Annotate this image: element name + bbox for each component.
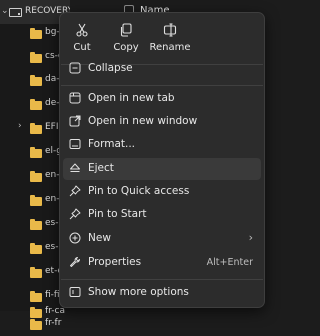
folder-icon [30, 195, 42, 206]
menu-divider [61, 85, 263, 86]
context-menu: Cut Copy Rename Collapse Open in new tab… [59, 12, 265, 308]
more-options-icon [69, 287, 81, 297]
folder-icon [30, 267, 42, 278]
folder-icon [30, 28, 42, 39]
menu-item-pin-quick-access[interactable]: Pin to Quick access [63, 181, 261, 203]
copy-icon [120, 23, 132, 37]
folder-icon [30, 219, 42, 230]
menu-item-properties[interactable]: Properties Alt+Enter [63, 252, 261, 274]
folder-icon [30, 243, 42, 254]
tree-item-label: EFI [45, 122, 59, 132]
rename-icon [163, 23, 177, 37]
chevron-down-icon[interactable]: ⌄ [1, 6, 9, 16]
menu-item-label: Show more options [88, 286, 189, 298]
menu-divider [61, 279, 263, 280]
menu-item-label: New [88, 232, 111, 244]
menu-item-label: Eject [88, 162, 114, 174]
pin-icon [69, 185, 81, 197]
rename-button[interactable]: Rename [148, 19, 192, 61]
menu-item-label: Pin to Start [88, 208, 147, 220]
tree-item-label: fr-fr [45, 318, 62, 328]
menu-item-label: Collapse [88, 62, 133, 74]
menu-item-new[interactable]: New › [63, 228, 261, 250]
copy-button[interactable]: Copy [108, 19, 144, 61]
cut-button[interactable]: Cut [64, 19, 100, 61]
pin-icon [69, 208, 81, 220]
folder-icon [30, 147, 42, 158]
tree-item-folder[interactable]: fr-fr [0, 312, 70, 336]
new-tab-icon [69, 92, 81, 104]
quick-actions-bar: Cut Copy Rename [60, 19, 264, 61]
menu-item-label: Open in new tab [88, 92, 175, 104]
menu-item-collapse[interactable]: Collapse [63, 58, 261, 80]
eject-icon [70, 163, 80, 172]
folder-icon [30, 52, 42, 63]
drive-icon [9, 8, 22, 17]
menu-item-format[interactable]: Format... [63, 134, 261, 156]
format-icon [69, 139, 81, 149]
shortcut-label: Alt+Enter [206, 257, 253, 268]
folder-icon [30, 99, 42, 110]
new-icon [69, 232, 81, 244]
menu-item-label: Pin to Quick access [88, 185, 190, 197]
collapse-icon [69, 62, 81, 74]
properties-icon [70, 257, 80, 267]
menu-item-label: Format... [88, 138, 136, 150]
copy-label: Copy [113, 42, 139, 53]
folder-icon [30, 123, 42, 134]
new-window-icon [69, 115, 81, 127]
chevron-right-icon[interactable]: › [18, 121, 22, 131]
menu-item-pin-start[interactable]: Pin to Start [63, 204, 261, 226]
menu-item-open-new-window[interactable]: Open in new window [63, 111, 261, 133]
folder-icon [30, 319, 42, 330]
cut-label: Cut [73, 42, 91, 53]
menu-item-show-more-options[interactable]: Show more options [63, 282, 261, 304]
tree-item-label: fi-fi [45, 290, 60, 300]
menu-item-label: Properties [88, 256, 142, 268]
folder-icon [30, 75, 42, 86]
rename-label: Rename [149, 42, 191, 53]
chevron-right-icon: › [248, 231, 253, 244]
menu-item-label: Open in new window [88, 115, 198, 127]
menu-item-eject[interactable]: Eject [63, 158, 261, 180]
cut-icon [76, 23, 88, 37]
folder-icon [30, 171, 42, 182]
menu-item-open-new-tab[interactable]: Open in new tab [63, 88, 261, 110]
